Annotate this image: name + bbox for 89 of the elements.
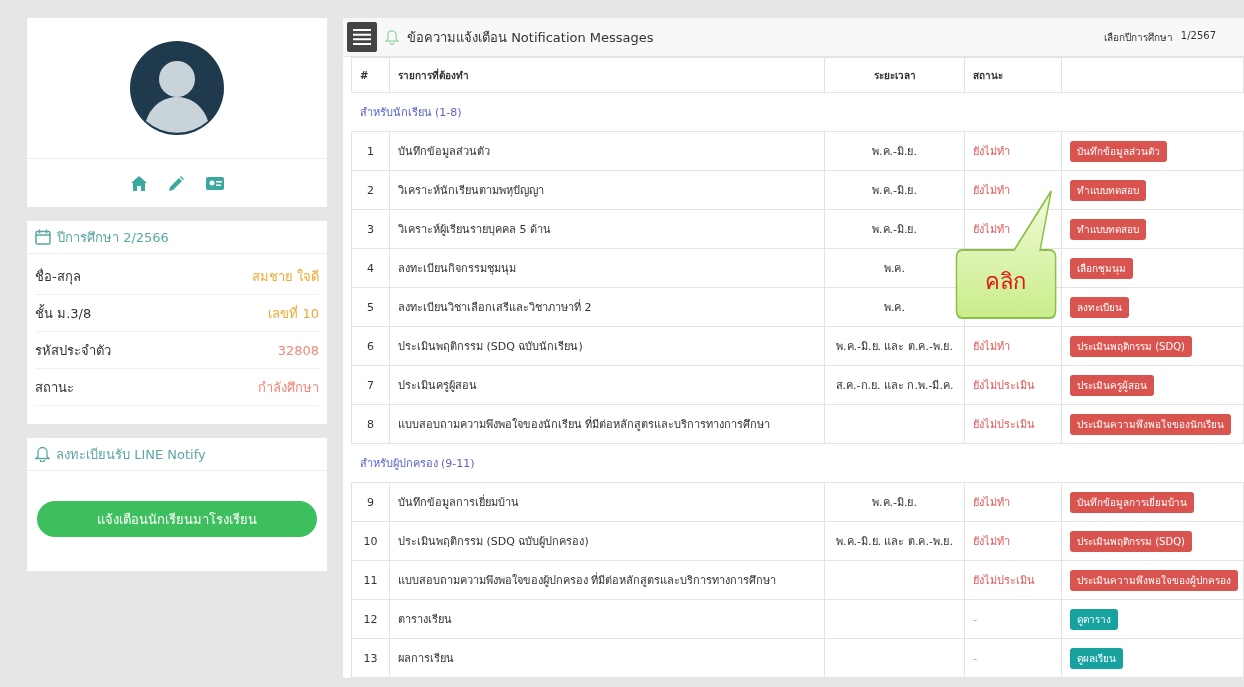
action-button[interactable]: ประเมินความพึงพอใจของนักเรียน <box>1070 413 1231 435</box>
period-text: พ.ค.-มิ.ย. <box>872 223 917 236</box>
status-text: ยังไม่ประเมิน <box>973 418 1035 431</box>
panel-title: ข้อความแจ้งเตือน Notification Messages <box>407 28 655 47</box>
action-button[interactable]: ลงทะเบียน <box>1070 296 1129 318</box>
task-name: บันทึกข้อมูลการเยี่ยมบ้าน <box>398 496 519 509</box>
row-number: 4 <box>367 261 374 275</box>
column-header: ระยะเวลา <box>824 57 965 93</box>
row-number: 9 <box>367 495 374 509</box>
status-text: ยังไม่ทำ <box>973 184 1010 197</box>
row-number: 11 <box>363 573 378 587</box>
menu-icon <box>353 29 371 45</box>
avatar-icon <box>130 41 224 135</box>
status-text: ยังไม่ทำ <box>973 340 1010 353</box>
year-label: เลือกปีการศึกษา <box>1103 30 1173 45</box>
status-text: ยังไม่ประเมิน <box>973 574 1035 587</box>
field-label: ชั้น ม.3/8 <box>35 303 92 323</box>
action-button[interactable]: ประเมินครูผู้สอน <box>1070 374 1154 396</box>
task-name: แบบสอบถามความพึงพอใจของผู้ปกครอง ที่มีต่อหลักสูตรและบริการทางการศึกษา <box>398 574 777 587</box>
action-button[interactable]: ประเมินพฤติกรรม (SDQ) <box>1070 530 1192 552</box>
column-header: รายการที่ต้องทำ <box>389 57 825 93</box>
field-label: ชื่อ-สกุล <box>35 267 81 287</box>
row-number: 13 <box>363 651 378 665</box>
row-number: 3 <box>367 222 374 236</box>
callout-text: คลิก <box>983 268 1027 296</box>
row-number: 8 <box>367 417 374 431</box>
bell-icon <box>385 29 399 45</box>
field-label: สถานะ <box>35 378 74 397</box>
status-text: ยังไม่ทำ <box>973 145 1010 158</box>
task-name: วิเคราะห์ผู้เรียนรายบุคคล 5 ด้าน <box>398 223 551 236</box>
field-value: 32808 <box>277 342 319 358</box>
status-text: - <box>973 651 977 665</box>
action-button[interactable]: บันทึกข้อมูลการเยี่ยมบ้าน <box>1070 491 1194 513</box>
period-text: ส.ค.-ก.ย. และ ก.พ.-มี.ค. <box>835 379 954 392</box>
field-label: รหัสประจำตัว <box>35 341 111 360</box>
task-name: แบบสอบถามความพึงพอใจของนักเรียน ที่มีต่อหลักสูตรและบริการทางการศึกษา <box>398 418 771 431</box>
action-button[interactable]: ทำแบบทดสอบ <box>1070 218 1146 240</box>
period-text: พ.ค. <box>884 262 905 275</box>
row-number: 5 <box>367 300 374 314</box>
menu-button[interactable] <box>347 22 377 52</box>
row-number: 12 <box>363 612 378 626</box>
period-text: พ.ค.-มิ.ย. <box>872 145 917 158</box>
task-name: ประเมินพฤติกรรม (SDQ ฉบับนักเรียน) <box>398 340 583 353</box>
id-card-icon[interactable] <box>205 176 224 190</box>
row-number: 10 <box>363 534 378 548</box>
task-name: วิเคราะห์นักเรียนตามพหุปัญญา <box>398 184 544 197</box>
column-header: สถานะ <box>964 57 1062 93</box>
column-header: # <box>351 57 390 93</box>
action-button[interactable]: ดูผลเรียน <box>1070 647 1123 669</box>
action-button[interactable]: ประเมินพฤติกรรม (SDQ) <box>1070 335 1192 357</box>
task-name: บันทึกข้อมูลส่วนตัว <box>398 145 490 158</box>
line-notify-button[interactable]: แจ้งเตือนนักเรียนมาโรงเรียน <box>37 501 317 537</box>
status-text: ยังไม่ประเมิน <box>973 379 1035 392</box>
row-number: 7 <box>367 378 374 392</box>
action-button[interactable]: ประเมินความพึงพอใจของผู้ปกครอง <box>1070 569 1238 591</box>
field-value: เลขที่ 10 <box>268 304 319 323</box>
status-text: ยังไม่ทำ <box>973 496 1010 509</box>
task-name: ผลการเรียน <box>398 652 454 665</box>
group-heading: สำหรับนักเรียน (1-8) <box>359 106 462 119</box>
card-title: ลงทะเบียนรับ LINE Notify <box>56 445 206 464</box>
task-name: ประเมินพฤติกรรม (SDQ ฉบับผู้ปกครอง) <box>398 535 589 548</box>
period-text: พ.ค.-มิ.ย. <box>872 496 917 509</box>
task-name: ลงทะเบียนกิจกรรมชุมนุม <box>398 262 516 275</box>
year-select[interactable]: 1/2567 <box>1180 29 1216 45</box>
task-name: ลงทะเบียนวิชาเลือกเสรีและวิชาภาษาที่ 2 <box>398 301 592 314</box>
field-value: กำลังศึกษา <box>258 378 319 397</box>
action-button[interactable]: เลือกชุมนุม <box>1070 257 1133 279</box>
status-text: ยังไม่ทำ <box>973 223 1010 236</box>
row-number: 1 <box>367 144 374 158</box>
home-icon[interactable] <box>130 175 147 191</box>
group-heading: สำหรับผู้ปกครอง (9-11) <box>359 457 475 470</box>
period-text: พ.ค.-มิ.ย. <box>872 184 917 197</box>
field-value: สมชาย ใจดี <box>251 267 319 286</box>
period-text: พ.ค. <box>884 301 905 314</box>
action-button[interactable]: ทำแบบทดสอบ <box>1070 179 1146 201</box>
bell-icon <box>35 446 50 462</box>
period-text: พ.ค.-มิ.ย. และ ต.ค.-พ.ย. <box>836 340 953 353</box>
task-name: ตารางเรียน <box>398 613 452 626</box>
pencil-icon[interactable] <box>168 175 184 191</box>
action-button[interactable]: บันทึกข้อมูลส่วนตัว <box>1070 140 1167 162</box>
status-text: ยังไม่ทำ <box>973 535 1010 548</box>
row-number: 2 <box>367 183 374 197</box>
status-text: - <box>973 612 977 626</box>
action-button[interactable]: ดูตาราง <box>1070 608 1118 630</box>
card-title: ปีการศึกษา 2/2566 <box>57 228 169 247</box>
period-text: พ.ค.-มิ.ย. และ ต.ค.-พ.ย. <box>836 535 953 548</box>
task-name: ประเมินครูผู้สอน <box>398 379 477 392</box>
calendar-icon <box>35 229 51 245</box>
row-number: 6 <box>367 339 374 353</box>
